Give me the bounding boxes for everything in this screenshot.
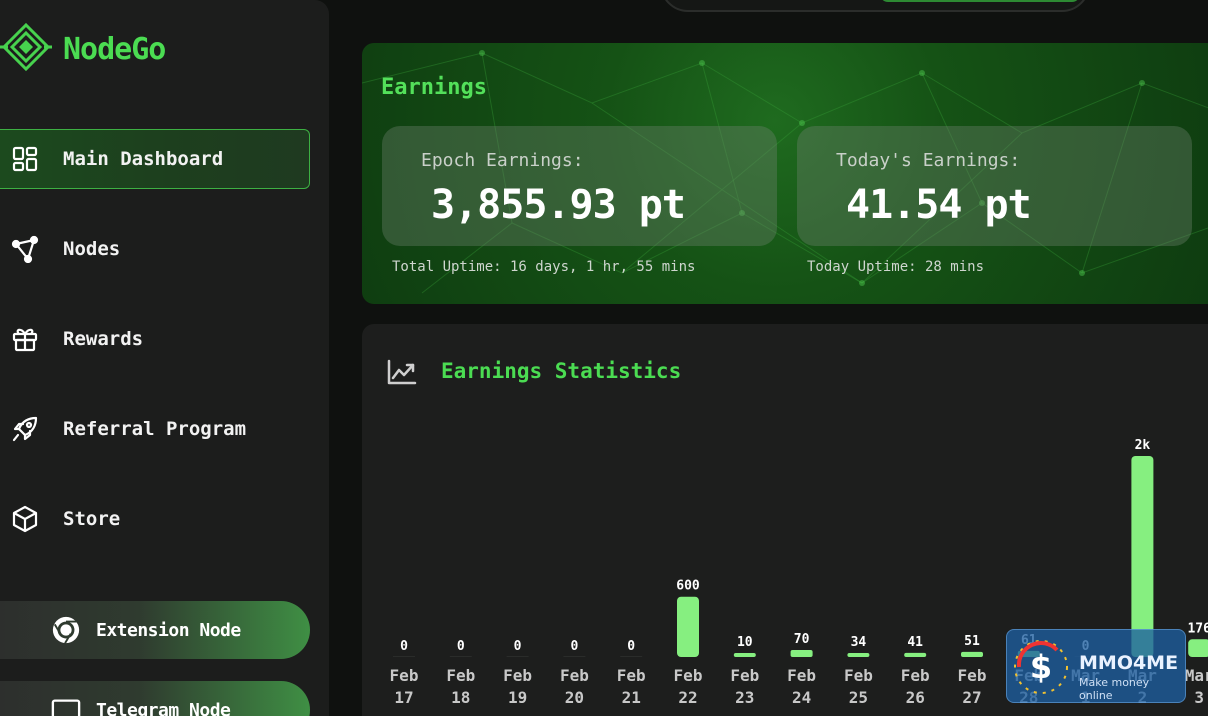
svg-text:$: $ <box>1030 648 1052 686</box>
x-tick-month: Feb <box>787 666 816 685</box>
bar-value-label: 0 <box>514 639 522 654</box>
sidebar-item-label: Referral Program <box>63 418 247 440</box>
x-tick-day: 21 <box>622 688 641 707</box>
today-earnings-box: Today's Earnings: 41.54 pt <box>797 126 1192 246</box>
bar-value-label: 0 <box>570 639 578 654</box>
x-tick-month: Feb <box>958 666 987 685</box>
x-tick-month: Feb <box>674 666 703 685</box>
bar-value-label: 51 <box>964 634 980 649</box>
brand[interactable]: NodeGo <box>0 18 166 80</box>
epoch-earnings-value: 3,855.93 pt <box>431 182 686 228</box>
x-tick-day: 20 <box>565 688 584 707</box>
earnings-card: Earnings Epoch Earnings: 3,855.93 pt Tot… <box>362 43 1208 304</box>
bar-value-label: 0 <box>627 639 635 654</box>
bar-3[interactable] <box>563 656 586 657</box>
bar-8[interactable] <box>847 653 870 657</box>
bar-2[interactable] <box>506 656 529 657</box>
brand-name: NodeGo <box>63 31 166 67</box>
bar-value-label: 10 <box>737 635 753 650</box>
telegram-node-button[interactable]: Telegram Node <box>0 681 310 716</box>
today-earnings-value: 41.54 pt <box>846 182 1032 228</box>
sidebar-item-label: Store <box>63 508 121 530</box>
rocket-icon <box>11 415 39 443</box>
app-root: NodeGo Main Dashboard Nodes Rewards Refe… <box>0 0 1208 716</box>
today-earnings-label: Today's Earnings: <box>836 150 1021 171</box>
x-tick-month: Feb <box>901 666 930 685</box>
x-tick-month: Feb <box>446 666 475 685</box>
bar-9[interactable] <box>904 652 927 657</box>
x-tick-day: 24 <box>792 688 811 707</box>
bar-value-label: 176 <box>1187 621 1208 636</box>
earnings-title: Earnings <box>381 75 487 100</box>
node-button-label: Telegram Node <box>96 699 231 716</box>
x-tick-day: 17 <box>394 688 413 707</box>
bar-value-label: 34 <box>851 635 867 650</box>
x-tick-day: 18 <box>451 688 470 707</box>
bar-7[interactable] <box>790 649 813 657</box>
node-button-label: Extension Node <box>96 619 241 641</box>
bar-6[interactable] <box>733 653 756 657</box>
top-pill-accent <box>880 0 1080 2</box>
epoch-earnings-box: Epoch Earnings: 3,855.93 pt <box>382 126 777 246</box>
dashboard-grid-icon <box>11 145 39 173</box>
x-tick-day: 3 <box>1194 688 1204 707</box>
sidebar-item-referral-program[interactable]: Referral Program <box>0 399 310 459</box>
bar-value-label: 70 <box>794 632 810 647</box>
bar-value-label: 41 <box>907 635 923 650</box>
bar-0[interactable] <box>393 656 415 657</box>
extension-node-button[interactable]: Extension Node <box>0 601 310 659</box>
gift-icon <box>11 325 39 353</box>
bar-13[interactable] <box>1131 456 1154 657</box>
monitor-icon <box>50 694 82 716</box>
nodego-logo-icon <box>0 22 52 72</box>
x-tick-month: Mar <box>1185 666 1208 685</box>
chrome-icon <box>50 614 82 646</box>
bar-10[interactable] <box>961 651 983 657</box>
bar-value-label: 0 <box>400 639 408 654</box>
x-tick-day: 27 <box>962 688 981 707</box>
bar-1[interactable] <box>449 656 472 657</box>
x-tick-month: Feb <box>617 666 646 685</box>
sidebar-item-main-dashboard[interactable]: Main Dashboard <box>0 129 310 189</box>
x-tick-day: 19 <box>508 688 527 707</box>
watermark-badge: $ MMO4ME Make money online <box>1006 629 1186 703</box>
cube-icon <box>11 505 39 533</box>
x-tick-month: Feb <box>730 666 759 685</box>
x-tick-month: Feb <box>503 666 532 685</box>
sidebar-item-label: Rewards <box>63 328 144 350</box>
sidebar-item-nodes[interactable]: Nodes <box>0 219 310 279</box>
sidebar: NodeGo Main Dashboard Nodes Rewards Refe… <box>0 0 329 716</box>
bar-14[interactable] <box>1188 639 1208 657</box>
dollar-logo-icon: $ <box>1014 640 1068 694</box>
x-tick-day: 26 <box>906 688 925 707</box>
sidebar-item-label: Main Dashboard <box>63 148 224 170</box>
epoch-earnings-label: Epoch Earnings: <box>421 150 584 171</box>
bar-value-label: 2k <box>1135 438 1151 453</box>
sidebar-item-rewards[interactable]: Rewards <box>0 309 310 369</box>
x-tick-month: Feb <box>844 666 873 685</box>
total-uptime: Total Uptime: 16 days, 1 hr, 55 mins <box>392 259 696 275</box>
watermark-text: MMO4ME <box>1079 652 1179 674</box>
watermark-subtext: Make money online <box>1079 676 1150 702</box>
nodes-icon <box>11 235 39 263</box>
x-tick-month: Feb <box>560 666 589 685</box>
sidebar-item-store[interactable]: Store <box>0 489 310 549</box>
bar-4[interactable] <box>620 656 643 657</box>
x-tick-day: 22 <box>678 688 697 707</box>
bar-value-label: 600 <box>676 579 700 594</box>
bar-5[interactable] <box>677 596 699 657</box>
sidebar-item-label: Nodes <box>63 238 121 260</box>
x-tick-month: Feb <box>390 666 419 685</box>
bar-value-label: 0 <box>457 639 465 654</box>
x-tick-day: 25 <box>849 688 868 707</box>
today-uptime: Today Uptime: 28 mins <box>807 259 985 275</box>
x-tick-day: 23 <box>735 688 754 707</box>
